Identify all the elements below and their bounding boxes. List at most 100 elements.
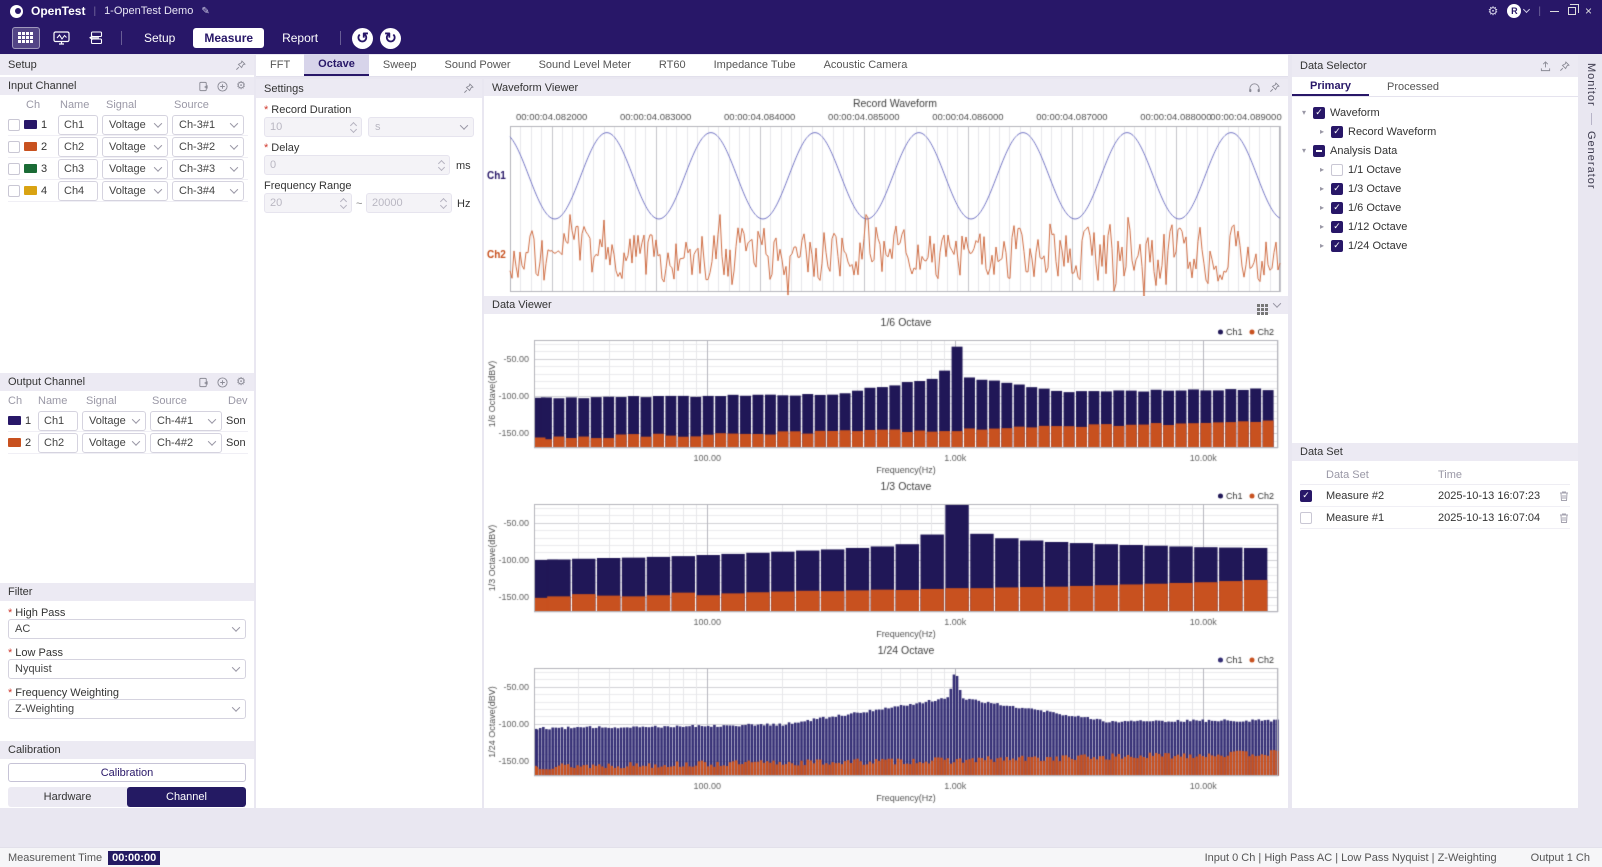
channel-settings-icon[interactable]: ⚙: [236, 81, 246, 92]
side-tab-monitor[interactable]: Monitor: [1585, 63, 1597, 107]
edit-title-icon[interactable]: ✎: [201, 6, 209, 17]
avatar[interactable]: R: [1507, 4, 1521, 18]
pin-icon[interactable]: [1269, 82, 1280, 93]
low-pass-select[interactable]: Nyquist: [8, 659, 246, 679]
row-checkbox[interactable]: [8, 163, 20, 175]
delete-icon[interactable]: [1558, 512, 1570, 524]
tree-item-1-12-octave[interactable]: ▸ ✓ 1/12 Octave: [1300, 217, 1570, 236]
caret-right-icon[interactable]: ▸: [1318, 184, 1326, 193]
tree-item-1-1-octave[interactable]: ▸ 1/1 Octave: [1300, 160, 1570, 179]
monitor-view-button[interactable]: [47, 27, 75, 49]
checkbox[interactable]: ✓: [1331, 240, 1343, 252]
pin-icon[interactable]: [463, 83, 474, 94]
tab-measure[interactable]: Measure: [193, 28, 264, 48]
row-checkbox[interactable]: [8, 185, 20, 197]
tab-rt60[interactable]: RT60: [645, 54, 700, 76]
row-checkbox[interactable]: [8, 141, 20, 153]
source-select[interactable]: Ch-4#2: [150, 433, 222, 453]
minimize-button[interactable]: [1550, 11, 1559, 12]
high-pass-select[interactable]: AC: [8, 619, 246, 639]
tab-sound-level-meter[interactable]: Sound Level Meter: [525, 54, 645, 76]
chevron-down-icon[interactable]: [1273, 299, 1281, 307]
edit-config-icon[interactable]: [198, 377, 209, 388]
tree-item-waveform[interactable]: ▾ ✓ Waveform: [1300, 103, 1570, 122]
checkbox[interactable]: ✓: [1331, 126, 1343, 138]
signal-select[interactable]: Voltage: [102, 159, 168, 179]
stepper-icons[interactable]: [341, 199, 346, 208]
headphones-icon[interactable]: [1248, 82, 1261, 93]
signal-select[interactable]: Voltage: [82, 433, 146, 453]
channel-name-input[interactable]: Ch1: [38, 411, 78, 431]
pin-icon[interactable]: [1559, 61, 1570, 72]
data-set-row[interactable]: Measure #1 2025-10-13 16:07:04: [1300, 507, 1570, 529]
channel-name-input[interactable]: Ch2: [58, 137, 98, 157]
delete-icon[interactable]: [1558, 490, 1570, 502]
segment-hardware[interactable]: Hardware: [8, 787, 127, 807]
record-duration-input[interactable]: 10: [264, 117, 362, 137]
checkbox[interactable]: ✓: [1331, 202, 1343, 214]
device-queue-button[interactable]: [82, 27, 110, 49]
caret-right-icon[interactable]: ▸: [1318, 203, 1326, 212]
edit-config-icon[interactable]: [198, 81, 209, 92]
tab-report[interactable]: Report: [271, 28, 329, 48]
stepper-icons[interactable]: [441, 199, 446, 208]
source-select[interactable]: Ch-3#1: [172, 115, 244, 135]
data-set-row[interactable]: ✓ Measure #2 2025-10-13 16:07:23: [1300, 485, 1570, 507]
caret-right-icon[interactable]: ▸: [1318, 165, 1326, 174]
tree-item-1-24-octave[interactable]: ▸ ✓ 1/24 Octave: [1300, 236, 1570, 255]
layout-grid-icon[interactable]: [1257, 304, 1260, 307]
tab-octave[interactable]: Octave: [304, 54, 369, 76]
checkbox[interactable]: ✓: [1300, 490, 1312, 502]
stepper-icons[interactable]: [439, 161, 444, 170]
octave-1-24-chart[interactable]: [484, 642, 1288, 806]
channel-matrix-view-button[interactable]: [12, 27, 40, 49]
tab-setup[interactable]: Setup: [133, 28, 186, 48]
tab-acoustic-camera[interactable]: Acoustic Camera: [810, 54, 922, 76]
signal-select[interactable]: Voltage: [102, 137, 168, 157]
side-tab-generator[interactable]: Generator: [1585, 131, 1597, 190]
caret-down-icon[interactable]: ▾: [1300, 108, 1308, 117]
undo-button[interactable]: ↺: [352, 28, 373, 49]
add-channel-icon[interactable]: [217, 377, 228, 388]
source-select[interactable]: Ch-3#4: [172, 181, 244, 201]
checkbox[interactable]: [1300, 512, 1312, 524]
caret-right-icon[interactable]: ▸: [1318, 222, 1326, 231]
frequency-min-input[interactable]: 20: [264, 193, 352, 213]
octave-1-6-chart[interactable]: [484, 314, 1288, 478]
tab-impedance-tube[interactable]: Impedance Tube: [700, 54, 810, 76]
octave-1-3-chart[interactable]: [484, 478, 1288, 642]
channel-settings-icon[interactable]: ⚙: [236, 377, 246, 388]
tab-sweep[interactable]: Sweep: [369, 54, 431, 76]
source-select[interactable]: Ch-4#1: [150, 411, 222, 431]
pin-icon[interactable]: [235, 60, 246, 71]
channel-name-input[interactable]: Ch1: [58, 115, 98, 135]
signal-select[interactable]: Voltage: [82, 411, 146, 431]
tab-processed[interactable]: Processed: [1369, 77, 1457, 96]
caret-right-icon[interactable]: ▸: [1318, 127, 1326, 136]
frequency-weighting-select[interactable]: Z-Weighting: [8, 699, 246, 719]
frequency-max-input[interactable]: 20000: [366, 193, 452, 213]
checkbox[interactable]: ✓: [1331, 221, 1343, 233]
checkbox[interactable]: [1331, 164, 1343, 176]
checkbox-indeterminate[interactable]: [1313, 145, 1325, 157]
source-select[interactable]: Ch-3#2: [172, 137, 244, 157]
signal-select[interactable]: Voltage: [102, 181, 168, 201]
source-select[interactable]: Ch-3#3: [172, 159, 244, 179]
add-channel-icon[interactable]: [217, 81, 228, 92]
tree-item-record-waveform[interactable]: ▸ ✓ Record Waveform: [1300, 122, 1570, 141]
signal-select[interactable]: Voltage: [102, 115, 168, 135]
channel-name-input[interactable]: Ch4: [58, 181, 98, 201]
delay-input[interactable]: 0: [264, 155, 450, 175]
checkbox[interactable]: ✓: [1313, 107, 1325, 119]
tree-item-1-6-octave[interactable]: ▸ ✓ 1/6 Octave: [1300, 198, 1570, 217]
channel-name-input[interactable]: Ch3: [58, 159, 98, 179]
tab-sound-power[interactable]: Sound Power: [431, 54, 525, 76]
close-button[interactable]: ×: [1585, 6, 1592, 16]
tree-item-1-3-octave[interactable]: ▸ ✓ 1/3 Octave: [1300, 179, 1570, 198]
tab-fft[interactable]: FFT: [256, 54, 304, 76]
caret-right-icon[interactable]: ▸: [1318, 241, 1326, 250]
stepper-icons[interactable]: [351, 123, 356, 132]
redo-button[interactable]: ↻: [380, 28, 401, 49]
segment-channel[interactable]: Channel: [127, 787, 246, 807]
settings-gear-icon[interactable]: ⚙: [1488, 4, 1499, 18]
